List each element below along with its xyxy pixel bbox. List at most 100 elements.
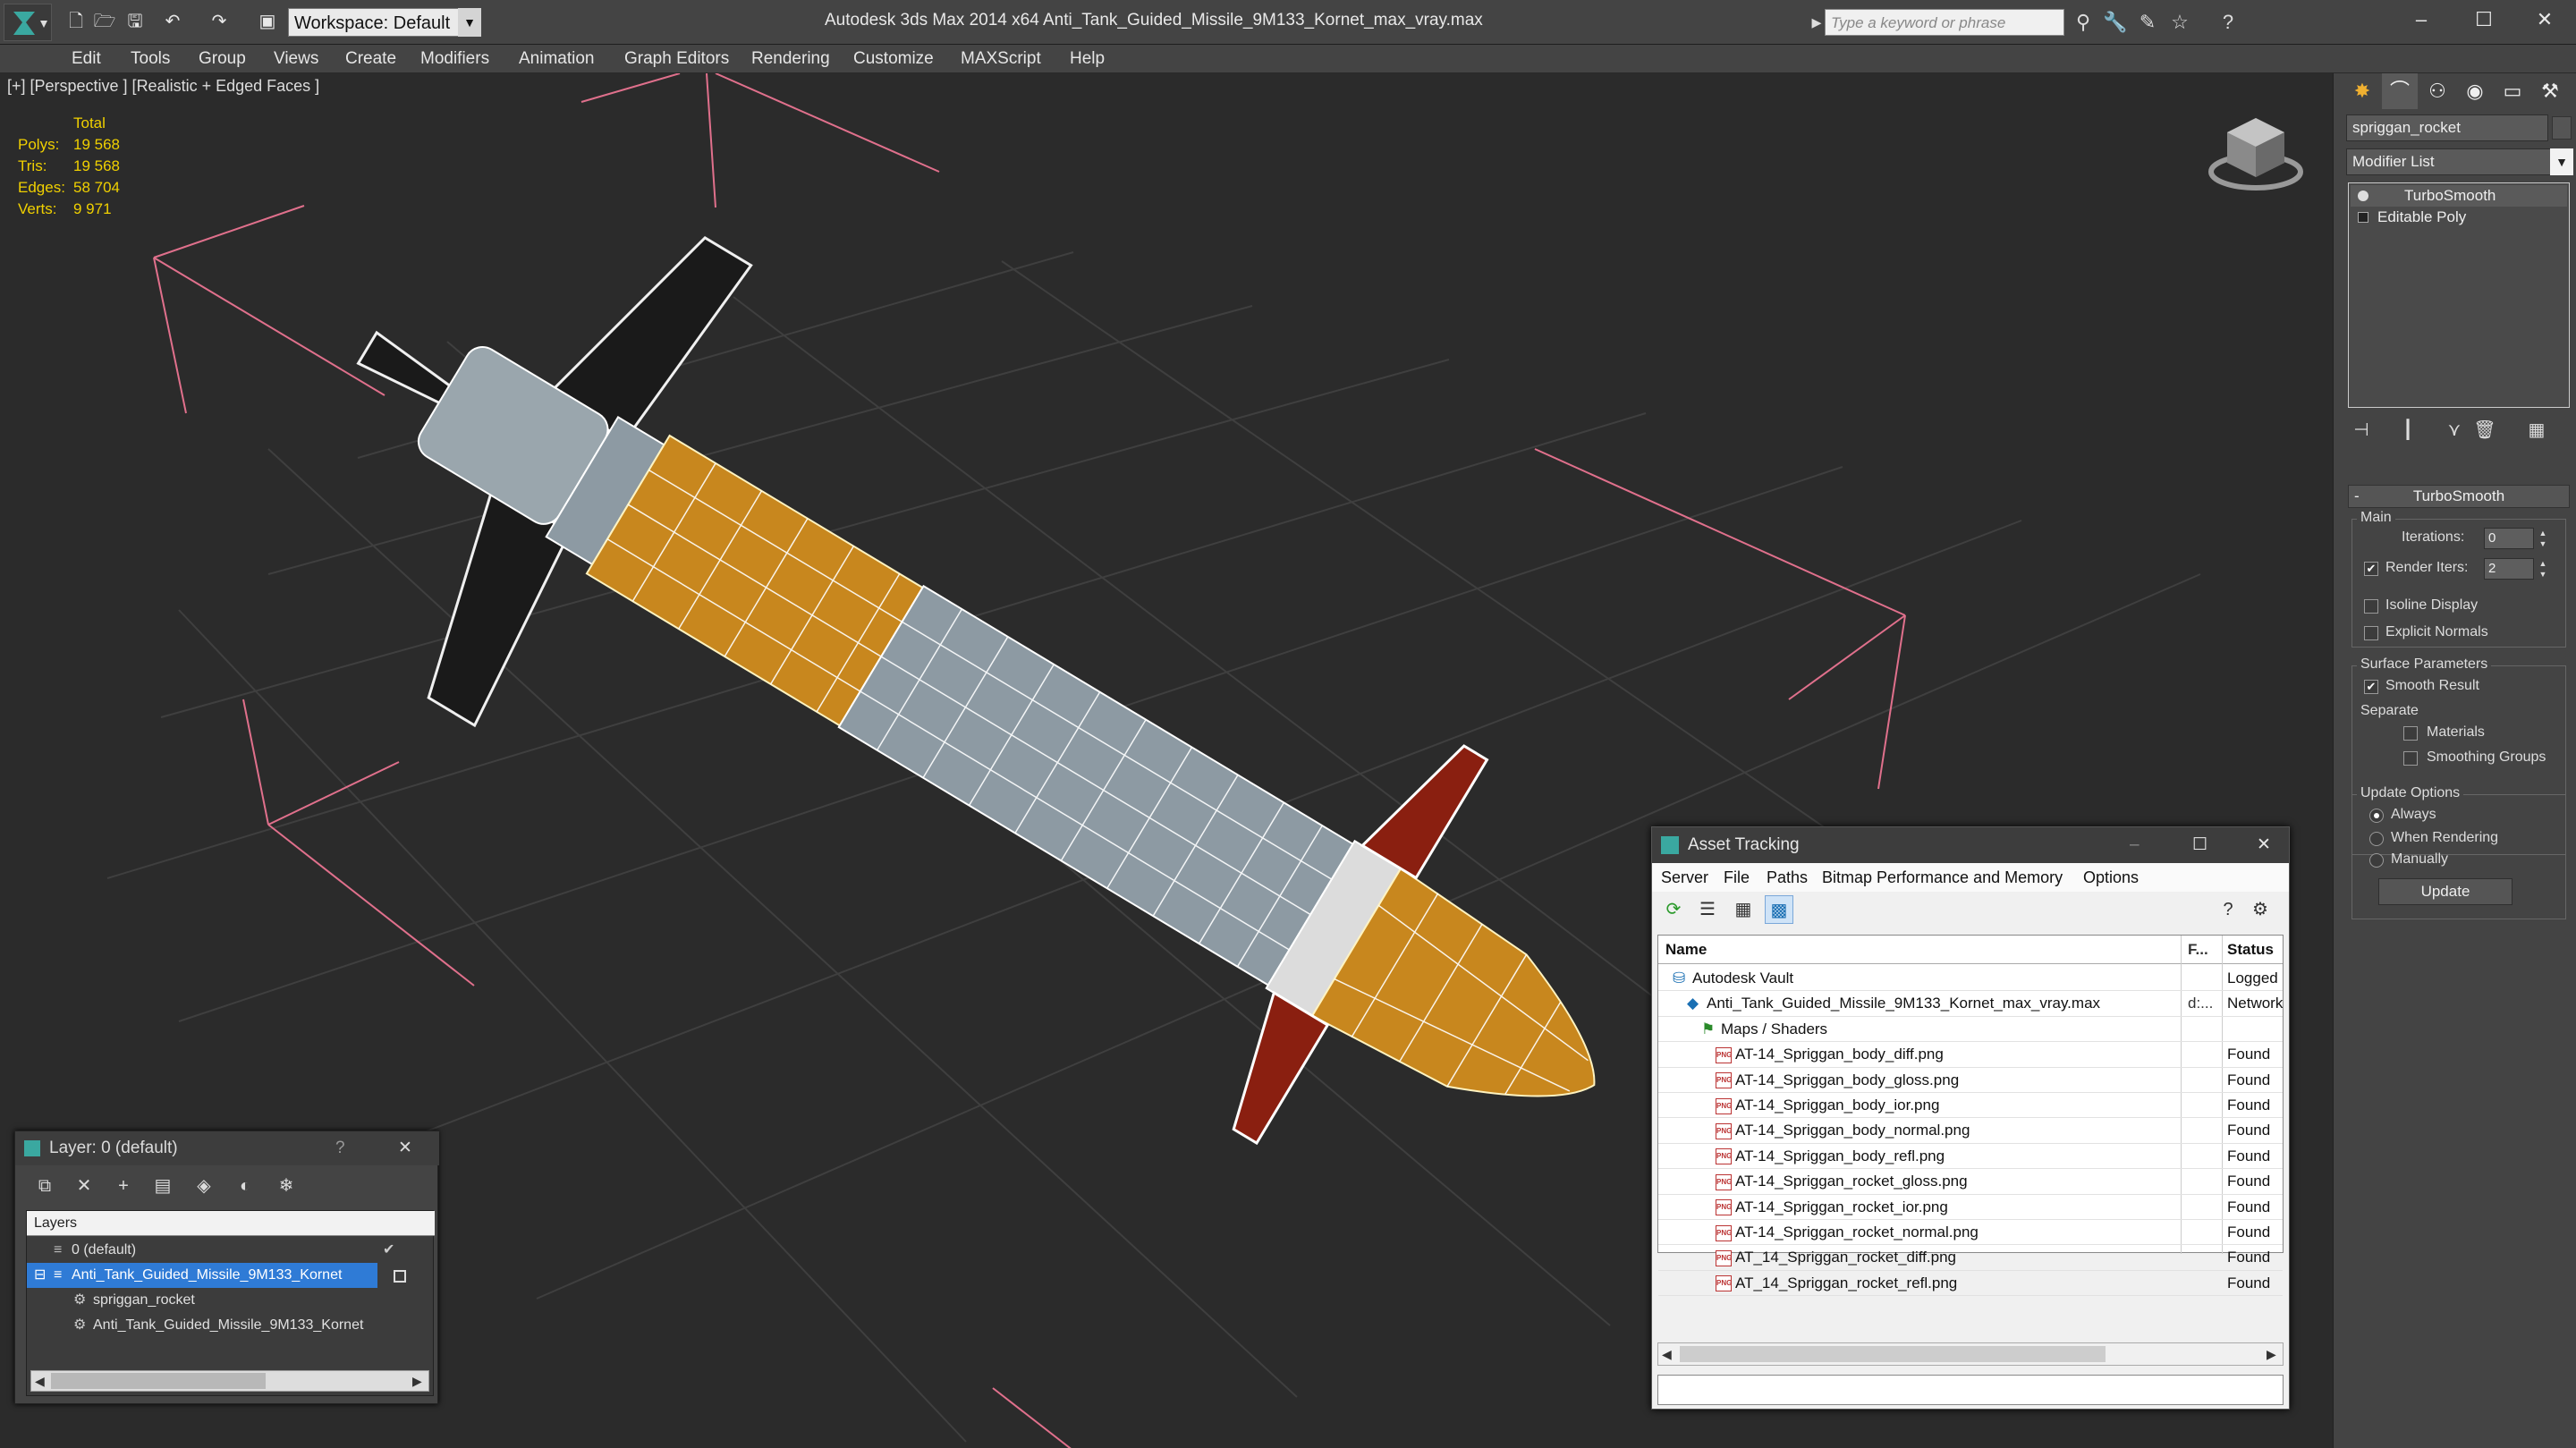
column-f-header[interactable]: F... bbox=[2182, 936, 2222, 964]
display-tab-icon[interactable]: ▭ bbox=[2495, 73, 2530, 109]
menu-customize[interactable]: Customize bbox=[853, 45, 934, 73]
refresh-icon[interactable]: ⟳ bbox=[1659, 895, 1688, 924]
favorites-star-icon[interactable]: ☆ bbox=[2166, 9, 2193, 36]
menu-edit[interactable]: Edit bbox=[72, 45, 101, 73]
iterations-spinner[interactable]: 0 bbox=[2484, 528, 2534, 549]
layer-row[interactable]: ⚙ Anti_Tank_Guided_Missile_9M133_Kornet bbox=[27, 1313, 435, 1338]
menu-server[interactable]: Server bbox=[1661, 863, 1708, 892]
isoline-display-checkbox[interactable] bbox=[2364, 599, 2378, 614]
maximize-button[interactable]: ☐ bbox=[2192, 827, 2207, 863]
horizontal-scrollbar[interactable]: ◀ ▶ bbox=[30, 1370, 429, 1392]
menu-graph-editors[interactable]: Graph Editors bbox=[624, 45, 729, 73]
asset-row[interactable]: ◆ Anti_Tank_Guided_Missile_9M133_Kornet_m… bbox=[1658, 991, 2283, 1017]
viewcube-icon[interactable] bbox=[2206, 111, 2306, 200]
asset-row[interactable]: PNG AT-14_Spriggan_body_diff.png Found bbox=[1658, 1042, 2283, 1068]
configure-sets-icon[interactable]: ▦ bbox=[2523, 417, 2550, 444]
menu-animation[interactable]: Animation bbox=[519, 45, 595, 73]
search-input[interactable]: Type a keyword or phrase bbox=[1825, 9, 2064, 36]
hide-all-icon[interactable]: ◐ bbox=[232, 1173, 258, 1199]
highlight-layer-icon[interactable]: ◈ bbox=[191, 1173, 217, 1199]
layer-row[interactable]: ⚙ spriggan_rocket bbox=[27, 1288, 435, 1313]
pin-stack-icon[interactable]: ⊣ bbox=[2348, 417, 2375, 444]
redo-icon[interactable]: ↷ bbox=[208, 9, 231, 34]
asset-row[interactable]: ⚑ Maps / Shaders bbox=[1658, 1017, 2283, 1043]
asset-row[interactable]: PNG AT_14_Spriggan_rocket_refl.png Found bbox=[1658, 1271, 2283, 1297]
close-button[interactable]: ✕ bbox=[2513, 0, 2576, 39]
show-end-result-icon[interactable]: ┃ bbox=[2394, 417, 2421, 444]
undo-icon[interactable]: ↶ bbox=[161, 9, 184, 34]
materials-checkbox[interactable] bbox=[2403, 726, 2418, 741]
viewport-label[interactable]: [+] [Perspective ] [Realistic + Edged Fa… bbox=[7, 77, 319, 96]
spinner-arrows-icon[interactable]: ▲ ▼ bbox=[2536, 528, 2550, 549]
new-layer-icon[interactable]: ⧉ bbox=[31, 1173, 58, 1199]
asset-row[interactable]: PNG AT-14_Spriggan_body_normal.png Found bbox=[1658, 1118, 2283, 1144]
menu-views[interactable]: Views bbox=[274, 45, 318, 73]
menu-rendering[interactable]: Rendering bbox=[751, 45, 830, 73]
modifier-list-dropdown[interactable]: Modifier List bbox=[2346, 148, 2552, 175]
missile-model[interactable] bbox=[229, 118, 1732, 1315]
lightbulb-icon[interactable] bbox=[2358, 191, 2368, 201]
collapse-icon[interactable]: ⊟ bbox=[34, 1263, 46, 1288]
render-iters-checkbox[interactable]: ✔ bbox=[2364, 562, 2378, 576]
minimize-button[interactable]: – bbox=[2390, 0, 2453, 39]
asset-row[interactable]: PNG AT-14_Spriggan_body_gloss.png Found bbox=[1658, 1068, 2283, 1093]
scroll-right-icon[interactable]: ▶ bbox=[412, 1371, 422, 1391]
asset-path-field[interactable] bbox=[1657, 1375, 2284, 1405]
utilities-tab-icon[interactable]: ⚒ bbox=[2532, 73, 2568, 109]
when-rendering-radio[interactable] bbox=[2369, 832, 2384, 846]
update-button[interactable]: Update bbox=[2378, 878, 2512, 905]
menu-paths[interactable]: Paths bbox=[1767, 863, 1808, 892]
scroll-right-icon[interactable]: ▶ bbox=[2267, 1343, 2276, 1365]
close-icon[interactable]: ✕ bbox=[398, 1131, 412, 1165]
menu-modifiers[interactable]: Modifiers bbox=[420, 45, 489, 73]
checkmark-icon[interactable]: ✔ bbox=[383, 1238, 394, 1263]
current-layer-box-icon[interactable] bbox=[394, 1270, 406, 1283]
project-folder-icon[interactable]: ▣ bbox=[256, 9, 279, 34]
menu-options[interactable]: Options bbox=[2083, 863, 2139, 892]
chevron-down-icon[interactable]: ▼ bbox=[2550, 148, 2573, 175]
motion-tab-icon[interactable]: ◉ bbox=[2457, 73, 2493, 109]
subscription-icon[interactable]: 🔧 bbox=[2102, 9, 2129, 36]
open-file-icon[interactable]: 🗁 bbox=[93, 9, 116, 34]
scroll-left-icon[interactable]: ◀ bbox=[35, 1371, 45, 1391]
always-radio[interactable] bbox=[2369, 809, 2384, 823]
help-icon[interactable]: ? bbox=[2215, 9, 2241, 36]
scrollbar-thumb[interactable] bbox=[51, 1373, 266, 1389]
freeze-all-icon[interactable]: ❄ bbox=[273, 1173, 300, 1199]
asset-row[interactable]: ⛁ Autodesk Vault Logged bbox=[1658, 966, 2283, 992]
app-menu-button[interactable] bbox=[4, 4, 52, 41]
scroll-left-icon[interactable]: ◀ bbox=[1662, 1343, 1672, 1365]
asset-row[interactable]: PNG AT_14_Spriggan_rocket_diff.png Found bbox=[1658, 1245, 2283, 1271]
modify-tab-icon[interactable]: ⌒ bbox=[2382, 73, 2418, 109]
delete-layer-icon[interactable]: ✕ bbox=[71, 1173, 97, 1199]
minimize-button[interactable]: – bbox=[2130, 827, 2140, 863]
menu-tools[interactable]: Tools bbox=[131, 45, 170, 73]
make-unique-icon[interactable]: ⋎ bbox=[2441, 417, 2468, 444]
layer-dialog-titlebar[interactable]: Layer: 0 (default) ? ✕ bbox=[15, 1131, 439, 1165]
select-objects-icon[interactable]: ▤ bbox=[149, 1173, 176, 1199]
menu-file[interactable]: File bbox=[1724, 863, 1750, 892]
column-name-header[interactable]: Name bbox=[1658, 936, 2181, 964]
expand-icon[interactable] bbox=[2358, 212, 2368, 223]
hierarchy-tab-icon[interactable]: ⚇ bbox=[2419, 73, 2455, 109]
menu-maxscript[interactable]: MAXScript bbox=[961, 45, 1041, 73]
chevron-down-icon[interactable]: ▼ bbox=[458, 8, 481, 37]
save-file-icon[interactable]: 🖫 bbox=[123, 9, 147, 34]
render-iters-spinner[interactable]: 2 bbox=[2484, 558, 2534, 580]
menu-help[interactable]: Help bbox=[1070, 45, 1105, 73]
stack-item-turbosmooth[interactable]: TurboSmooth bbox=[2351, 185, 2567, 207]
scrollbar-thumb[interactable] bbox=[1680, 1346, 2106, 1362]
smooth-result-checkbox[interactable]: ✔ bbox=[2364, 680, 2378, 694]
column-status-header[interactable]: Status bbox=[2224, 936, 2283, 964]
explicit-normals-checkbox[interactable] bbox=[2364, 626, 2378, 640]
remove-modifier-icon[interactable]: 🗑 bbox=[2471, 417, 2498, 444]
menu-group[interactable]: Group bbox=[199, 45, 246, 73]
help-icon[interactable]: ? bbox=[335, 1131, 345, 1165]
communication-icon[interactable]: ✎ bbox=[2134, 9, 2161, 36]
help-icon[interactable]: ? bbox=[2214, 895, 2242, 924]
maximize-button[interactable]: ☐ bbox=[2453, 0, 2515, 39]
spinner-arrows-icon[interactable]: ▲ ▼ bbox=[2536, 558, 2550, 580]
turbosmooth-rollout-header[interactable]: - TurboSmooth bbox=[2348, 485, 2570, 508]
menu-create[interactable]: Create bbox=[345, 45, 396, 73]
stack-item-editable-poly[interactable]: Editable Poly bbox=[2351, 207, 2567, 228]
